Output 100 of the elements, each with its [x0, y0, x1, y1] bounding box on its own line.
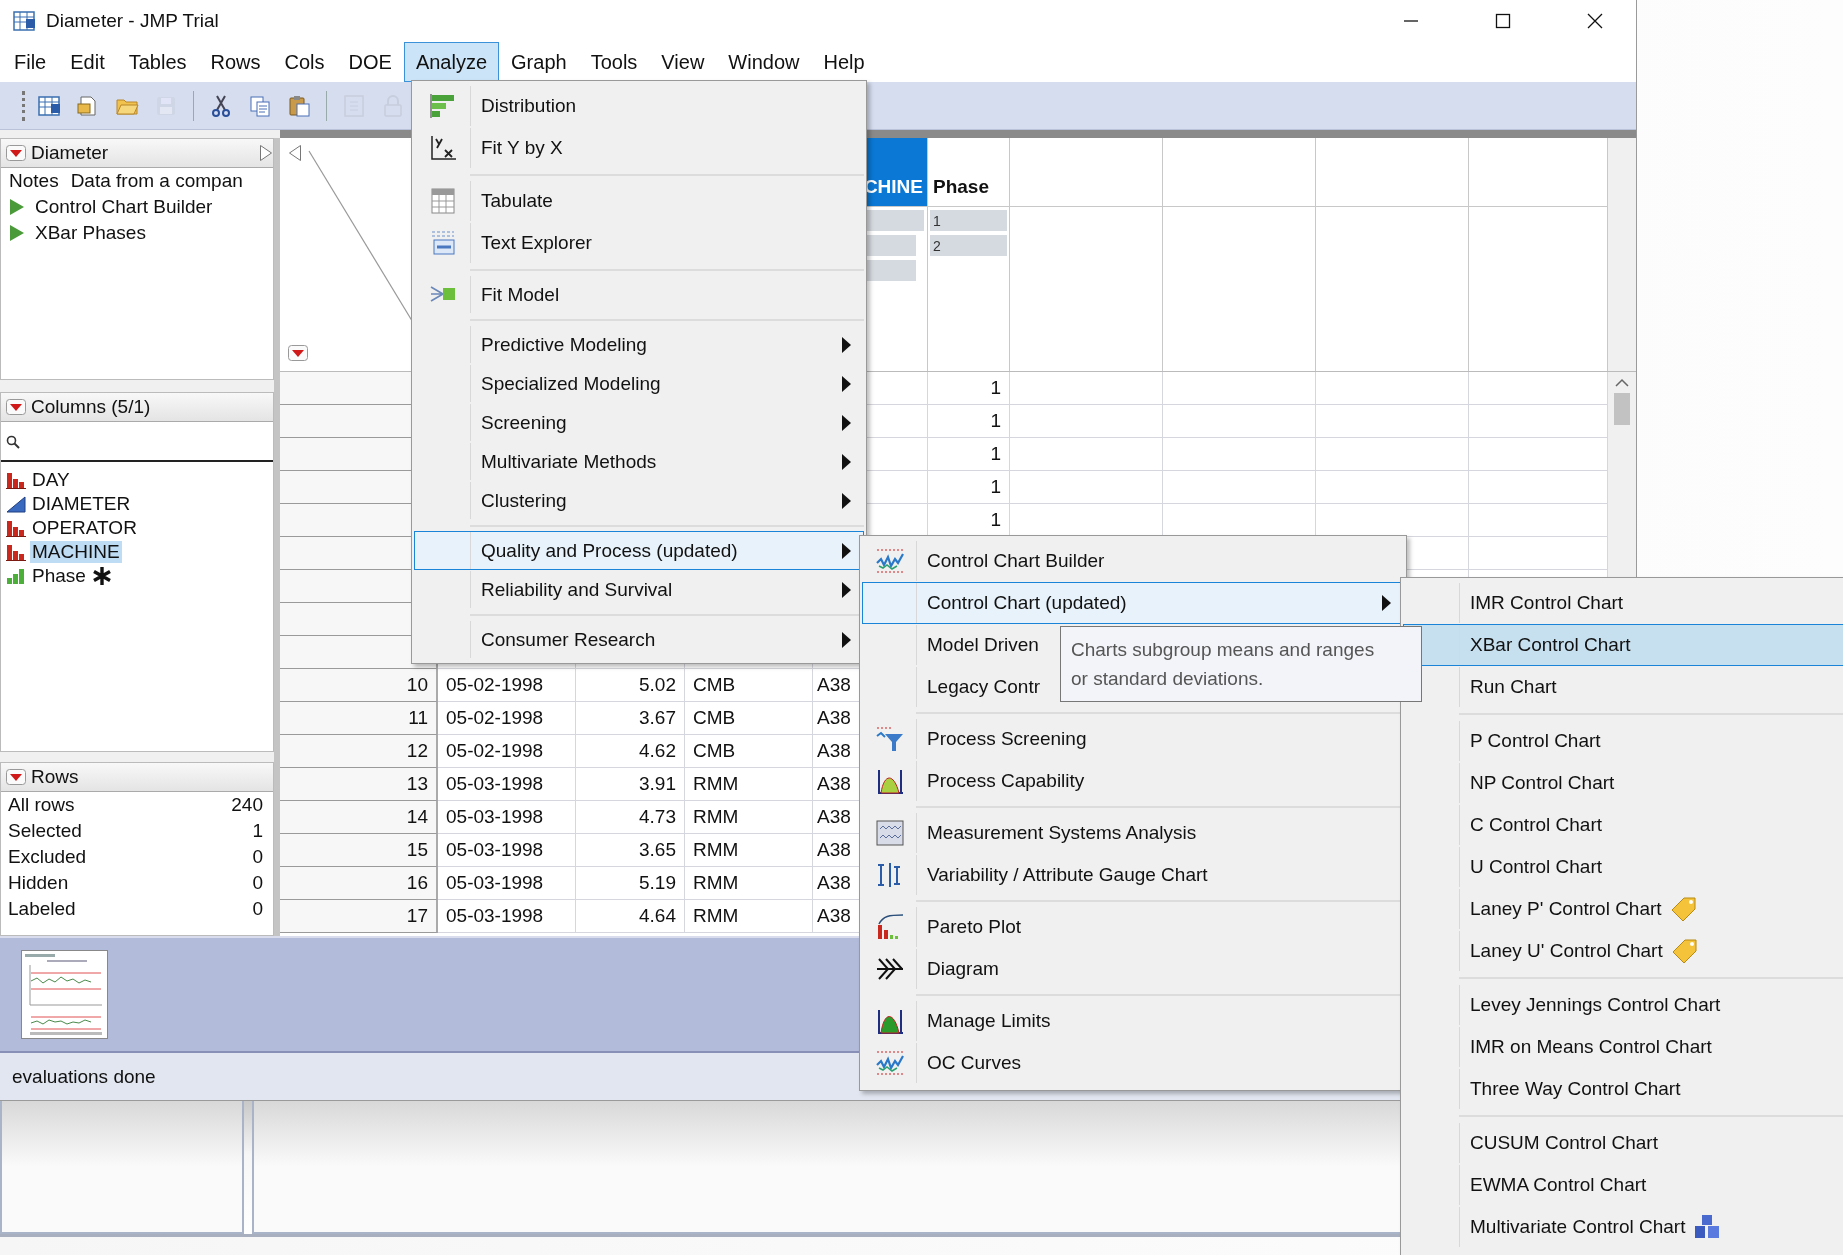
menu-bar-item[interactable]: Window [716, 42, 812, 82]
table-cell: 5.19 [576, 867, 685, 900]
table-cell: 05-02-1998 [438, 735, 576, 768]
table-cell: 05-02-1998 [438, 669, 576, 702]
table-cell: 05-03-1998 [438, 867, 576, 900]
column-name[interactable]: OPERATOR [30, 517, 139, 539]
menu-bar-item[interactable]: View [649, 42, 717, 82]
row-number: 11 [408, 707, 428, 729]
menu-bar-item[interactable]: Tools [578, 42, 650, 82]
menu-item[interactable]: Text Explorer [414, 222, 864, 264]
menu-item[interactable]: Multivariate Methods [414, 442, 864, 481]
menu-item[interactable]: Laney P' Control Chart [1403, 888, 1843, 930]
row-number: 16 [406, 872, 428, 894]
menu-item[interactable]: C Control Chart [1403, 804, 1843, 846]
menu-item[interactable]: Screening [414, 403, 864, 442]
row-count-value: 0 [252, 872, 263, 894]
table-cell: RMM [685, 834, 813, 867]
menu-item[interactable]: Three Way Control Chart [1403, 1068, 1843, 1110]
menu-item[interactable]: Clustering [414, 481, 864, 520]
row-number: 17 [406, 905, 428, 927]
menu-bar-item[interactable]: Help [811, 42, 877, 82]
table-cell: 1 [928, 372, 1010, 405]
row-count-label: Excluded [8, 846, 87, 868]
table-cell: 1 [928, 471, 1010, 504]
menu-item[interactable]: Fit Model [414, 275, 864, 314]
script-item[interactable]: Control Chart Builder [35, 196, 213, 218]
window-title: Diameter - JMP Trial [46, 10, 220, 32]
menu-item[interactable]: Levey Jennings Control Chart [1403, 984, 1843, 1026]
table-cell: 05-02-1998 [438, 702, 576, 735]
table-cell: 05-03-1998 [438, 768, 576, 801]
menu-item[interactable]: Control Chart Builder [862, 540, 1404, 582]
table-cell: CMB [685, 735, 813, 768]
menu-item[interactable]: IMR on Means Control Chart [1403, 1026, 1843, 1068]
row-count-label: Hidden [8, 872, 69, 894]
row-count-value: 0 [252, 898, 263, 920]
row-header-cell[interactable]: 15 [280, 834, 438, 867]
panel-title: Rows [31, 766, 80, 788]
menu-item[interactable]: XBar Control Chart [1403, 624, 1843, 666]
panel-title: Columns (5/1) [31, 396, 152, 418]
table-cell: RMM [685, 768, 813, 801]
menu-item[interactable]: CUSUM Control Chart [1403, 1122, 1843, 1164]
menu-item[interactable]: Multivariate Control Chart [1403, 1206, 1843, 1248]
menu-item[interactable]: Laney U' Control Chart [1403, 930, 1843, 972]
row-header-cell[interactable]: 14 [280, 801, 438, 834]
row-header-cell[interactable]: 16 [280, 867, 438, 900]
row-count-value: 1 [252, 820, 263, 842]
menu-item[interactable]: U Control Chart [1403, 846, 1843, 888]
notes-label: Notes [9, 170, 59, 192]
menu-item[interactable]: P Control Chart [1403, 720, 1843, 762]
menu-bar-item[interactable]: File [2, 42, 59, 82]
table-cell: 05-03-1998 [438, 900, 576, 933]
table-cell: 5.02 [576, 669, 685, 702]
row-number: 12 [406, 740, 428, 762]
status-text: evaluations done [12, 1065, 156, 1088]
row-count-label: Selected [8, 820, 82, 842]
row-count-value: 0 [252, 846, 263, 868]
table-cell: 3.67 [576, 702, 685, 735]
table-cell: 4.73 [576, 801, 685, 834]
menu-item[interactable]: Predictive Modeling [414, 325, 864, 364]
column-name[interactable]: DAY [30, 469, 72, 491]
menu-bar-item[interactable]: Edit [58, 42, 117, 82]
table-cell: RMM [685, 867, 813, 900]
menu-item[interactable]: EWMA Control Chart [1403, 1164, 1843, 1206]
row-header-cell[interactable]: 17 [280, 900, 438, 933]
row-number: 13 [406, 773, 428, 795]
menu-bar-item[interactable]: Analyze [403, 42, 500, 82]
menu-bar-item[interactable]: Graph [499, 42, 579, 82]
row-number: 15 [406, 839, 428, 861]
column-name[interactable]: Phase [30, 565, 88, 587]
table-cell: 3.91 [576, 768, 685, 801]
menu-bar-item[interactable]: Rows [198, 42, 273, 82]
notes-value: Data from a compan [70, 170, 243, 192]
column-name[interactable]: MACHINE [30, 541, 122, 563]
row-header-cell[interactable]: 11 [280, 702, 438, 735]
menu-item[interactable]: IMR Control Chart [1403, 582, 1843, 624]
row-header-cell[interactable]: 12 [280, 735, 438, 768]
row-number: 14 [406, 806, 428, 828]
panel-title: Diameter [31, 142, 110, 164]
column-name[interactable]: DIAMETER [30, 493, 133, 515]
table-cell: 05-03-1998 [438, 834, 576, 867]
script-item[interactable]: XBar Phases [35, 222, 146, 244]
row-count-value: 240 [231, 794, 263, 816]
table-cell: 1 [928, 405, 1010, 438]
column-header[interactable]: Phase [928, 138, 1010, 207]
table-cell: 1 [928, 438, 1010, 471]
tooltip: Charts subgroup means and ranges or standard deviations. [1060, 626, 1422, 702]
menu-bar-item[interactable]: Tables [116, 42, 199, 82]
category-bar: 2 [930, 235, 1007, 256]
table-cell: 4.62 [576, 735, 685, 768]
menu-item[interactable]: Quality and Process (updated) [414, 531, 864, 570]
menu-item[interactable]: NP Control Chart [1403, 762, 1843, 804]
row-header-cell[interactable]: 13 [280, 768, 438, 801]
table-cell: 4.64 [576, 900, 685, 933]
menu-bar-item[interactable]: Cols [272, 42, 337, 82]
menu-item[interactable]: Specialized Modeling [414, 364, 864, 403]
category-bar: 1 [930, 210, 1007, 231]
table-cell: CMB [685, 702, 813, 735]
row-count-label: Labeled [8, 898, 76, 920]
row-header-cell[interactable]: 10 [280, 669, 438, 702]
menu-bar-item[interactable]: DOE [336, 42, 404, 82]
